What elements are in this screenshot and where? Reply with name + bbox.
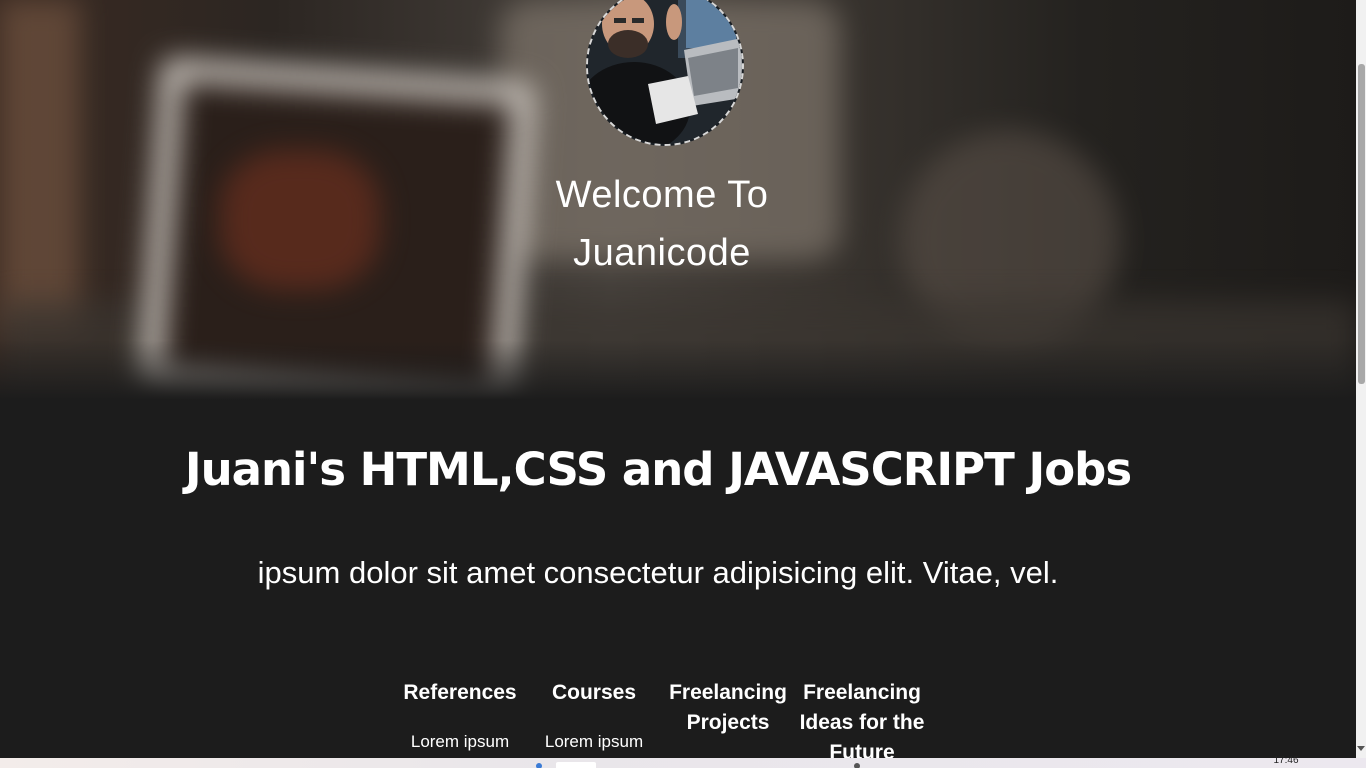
scroll-down-arrow-icon[interactable] [1357, 746, 1365, 751]
background-blur-strip [0, 0, 80, 330]
taskbar-app-icon[interactable] [536, 763, 542, 768]
welcome-line-2: Juanicode [573, 232, 751, 274]
background-laptop-screen [220, 150, 380, 290]
taskbar-app-icon[interactable] [854, 763, 860, 768]
hero-fade [0, 340, 1356, 400]
welcome-line-1: Welcome To [555, 174, 769, 216]
section-text: Lorem ipsum [544, 732, 644, 751]
sections-row: References Lorem ipsum Courses Lorem ips… [393, 678, 929, 768]
section-courses: Courses Lorem ipsum [527, 678, 661, 768]
section-heading: Freelancing Ideas for the Future [799, 681, 925, 764]
welcome-heading: Welcome To Juanicode [480, 166, 844, 282]
page-subtitle: ipsum dolor sit amet consectetur adipisi… [257, 555, 1059, 590]
scrollbar-thumb[interactable] [1358, 64, 1365, 384]
section-text: Lorem ipsum [410, 732, 510, 751]
section-heading: Freelancing Projects [669, 681, 787, 734]
section-heading: Courses [551, 681, 637, 704]
section-references: References Lorem ipsum [393, 678, 527, 768]
taskbar [0, 758, 1366, 768]
taskbar-active-app[interactable] [556, 762, 596, 768]
page-title: Juani's HTML,CSS and JAVASCRIPT Jobs [184, 443, 1132, 496]
section-freelancing-ideas: Freelancing Ideas for the Future [795, 678, 929, 768]
page: Welcome To Juanicode Juani's HTML,CSS an… [0, 0, 1366, 768]
taskbar-clock[interactable]: 17:46 [1266, 756, 1306, 768]
section-heading: References [403, 681, 517, 704]
section-freelancing-projects: Freelancing Projects [661, 678, 795, 768]
profile-photo-icon [588, 0, 742, 144]
